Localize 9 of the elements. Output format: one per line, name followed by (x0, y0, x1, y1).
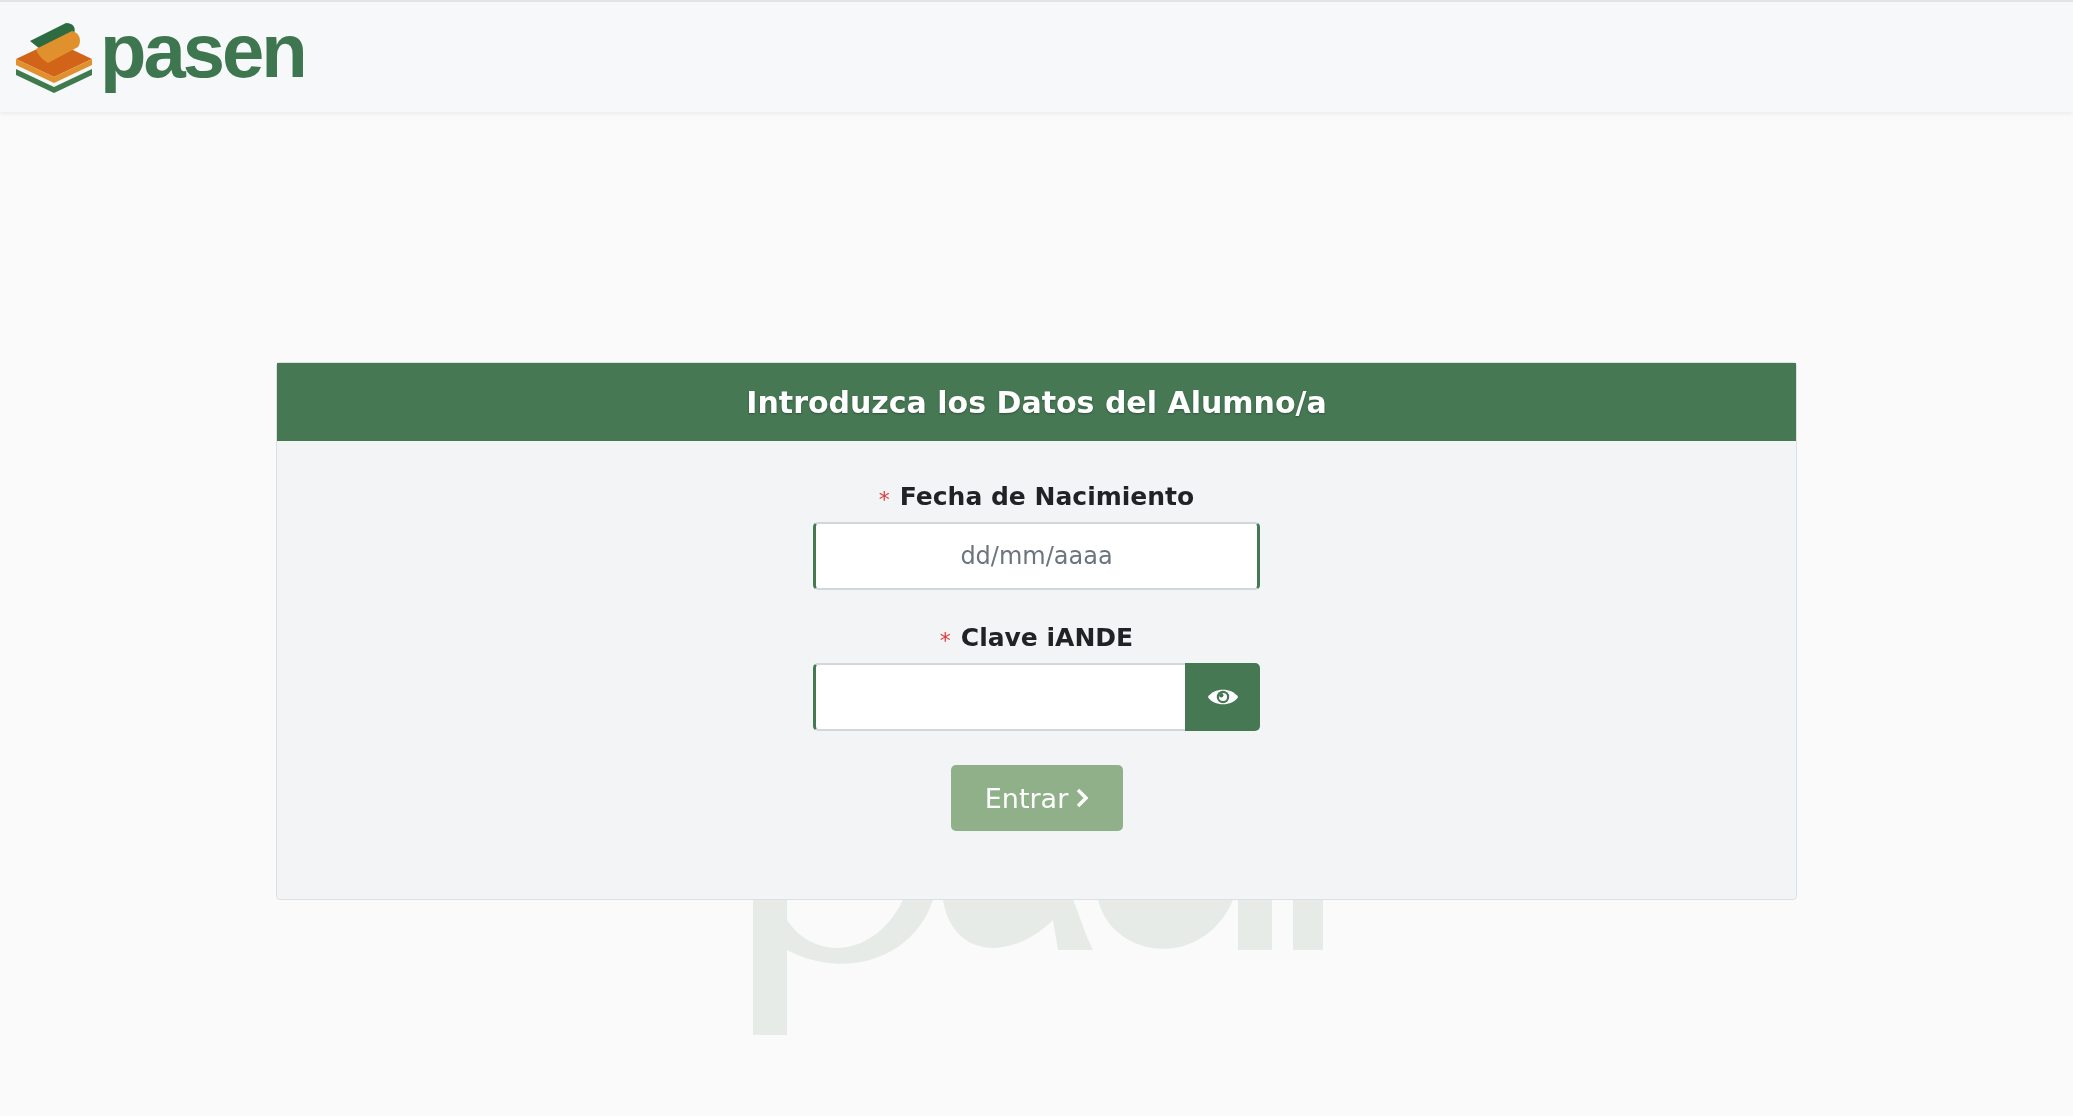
card-title: Introduzca los Datos del Alumno/a (277, 363, 1796, 441)
field-label: Clave iANDE (960, 623, 1134, 652)
required-mark: * (878, 487, 890, 512)
password-input-field[interactable] (813, 663, 1185, 731)
required-mark: * (939, 628, 951, 653)
show-password-button[interactable] (1185, 663, 1260, 731)
chevron-right-icon (1076, 788, 1089, 808)
date-input-field[interactable]: dd/mm/aaaa (813, 522, 1260, 590)
field-label: Fecha de Nacimiento (899, 482, 1195, 511)
